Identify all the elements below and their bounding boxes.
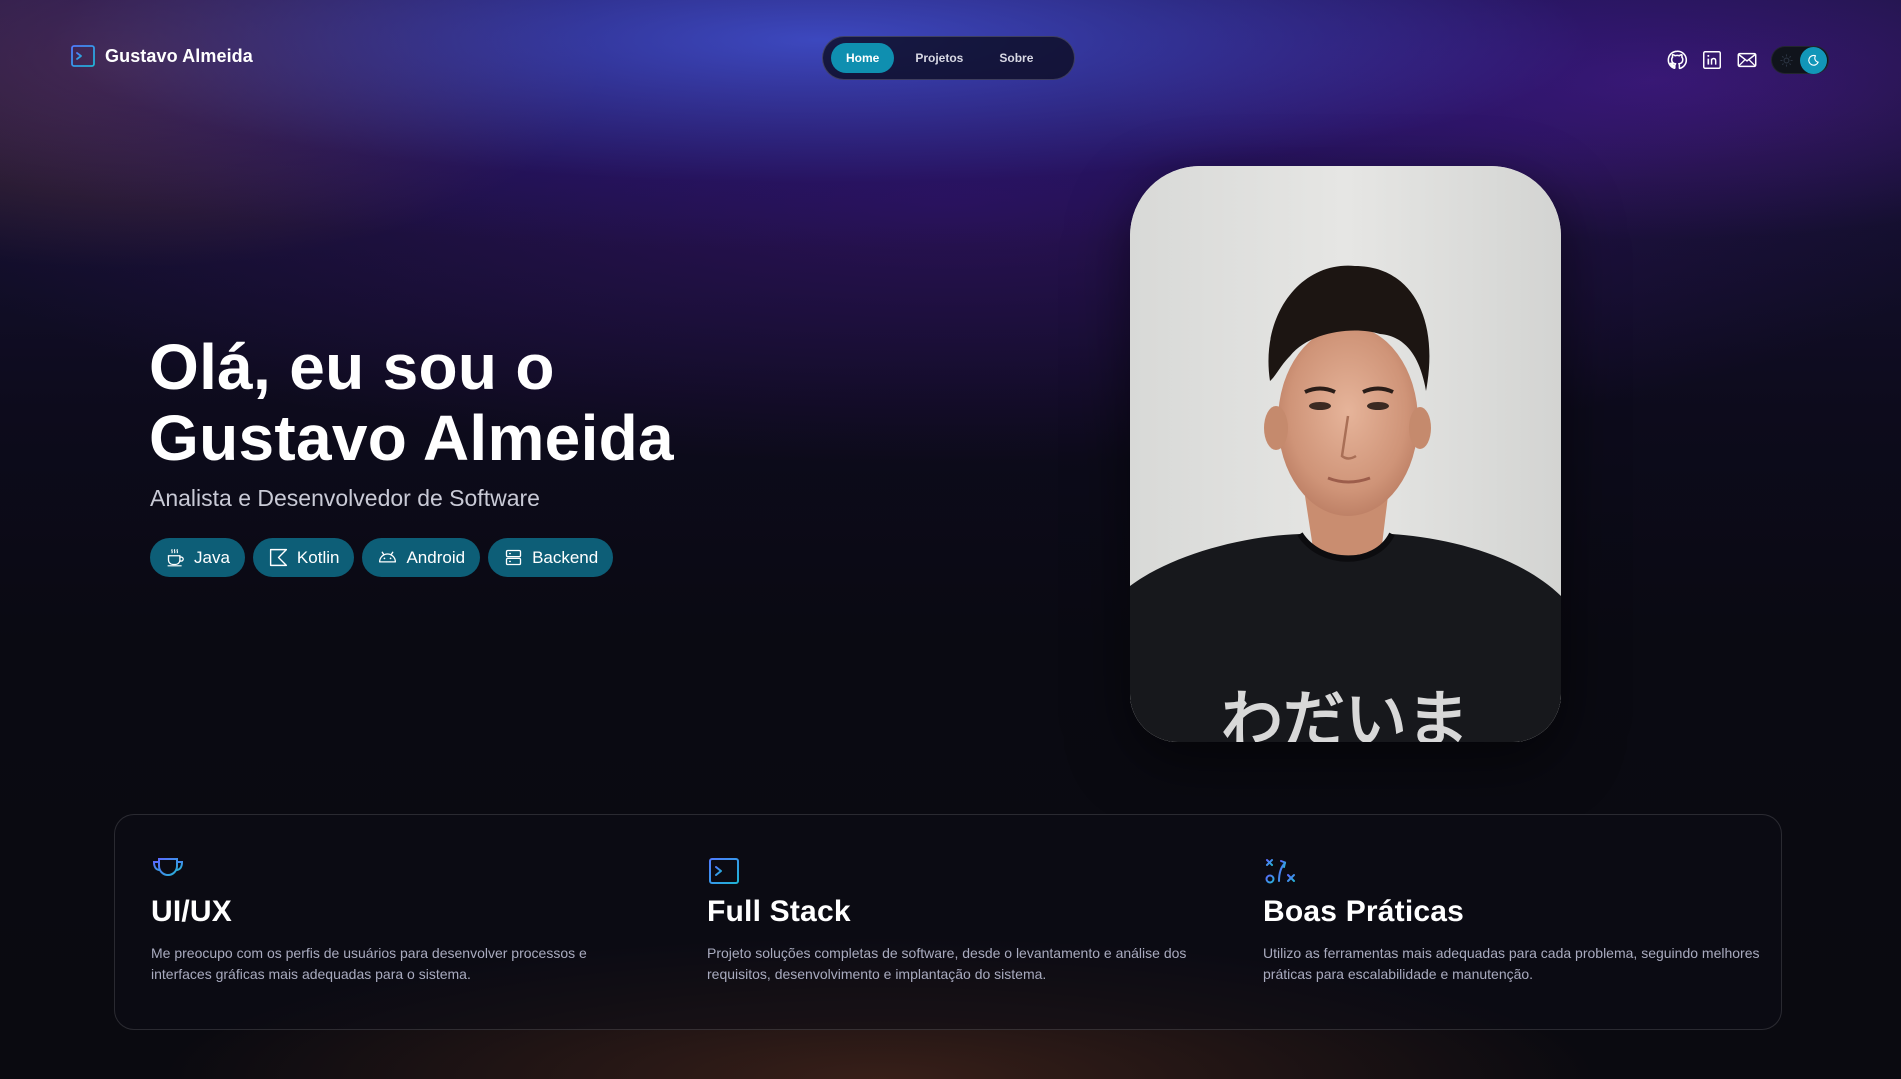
profile-photo: わだいま [1130, 166, 1561, 742]
coffee-icon [167, 549, 184, 567]
tab-projetos[interactable]: Projetos [900, 43, 978, 73]
feature-description: Projeto soluções completas de software, … [707, 945, 1187, 982]
linkedin-icon[interactable] [1701, 49, 1723, 71]
theme-toggle[interactable] [1771, 46, 1829, 74]
chip-android-label: Android [406, 547, 466, 567]
skill-chips: Java Kotlin Android Backend [150, 538, 614, 577]
moon-icon [1808, 54, 1819, 66]
social-links [1666, 46, 1829, 74]
tab-sobre[interactable]: Sobre [984, 43, 1048, 73]
hero-title: Olá, eu sou o Gustavo Almeida [149, 332, 674, 474]
feature-uiux: UI/UX Me preocupo com os perfis de usuár… [151, 855, 651, 985]
feature-title: UI/UX [151, 895, 233, 928]
feature-title: Boas Práticas [1263, 895, 1465, 928]
terminal-icon [71, 45, 95, 67]
mail-icon[interactable] [1736, 49, 1758, 71]
feature-title: Full Stack [707, 895, 851, 928]
chip-backend-label: Backend [532, 547, 599, 567]
main-nav: Home Projetos Sobre [822, 36, 1075, 80]
sun-icon [1780, 54, 1793, 67]
chip-backend[interactable]: Backend [488, 538, 614, 577]
chip-java-label: Java [194, 547, 230, 567]
brand[interactable]: Gustavo Almeida [71, 45, 253, 67]
chip-kotlin-label: Kotlin [296, 547, 340, 567]
chip-java[interactable]: Java [150, 538, 245, 577]
hero-title-line2: Gustavo Almeida [149, 402, 674, 474]
feature-description: Me preocupo com os perfis de usuários pa… [151, 945, 587, 982]
github-icon[interactable] [1666, 49, 1688, 71]
brand-name: Gustavo Almeida [105, 45, 253, 66]
hero-subtitle: Analista e Desenvolvedor de Software [150, 485, 540, 511]
feature-fullstack: Full Stack Projeto soluções completas de… [707, 855, 1207, 985]
hero-title-line1: Olá, eu sou o [149, 331, 555, 403]
trophy-icon [152, 858, 184, 883]
terminal-icon [709, 858, 739, 884]
android-icon [379, 551, 397, 563]
server-icon [505, 549, 522, 566]
features-panel: UI/UX Me preocupo com os perfis de usuár… [114, 814, 1782, 1030]
toggle-knob [1800, 47, 1827, 74]
chip-kotlin[interactable]: Kotlin [252, 538, 355, 577]
portrait-illustration: わだいま [1130, 166, 1561, 742]
feature-boas-praticas: Boas Práticas Utilizo as ferramentas mai… [1263, 855, 1763, 985]
strategy-icon [1265, 859, 1295, 884]
tab-home[interactable]: Home [831, 43, 895, 73]
chip-android[interactable]: Android [362, 538, 481, 577]
feature-description: Utilizo as ferramentas mais adequadas pa… [1263, 945, 1760, 982]
shirt-print: わだいま [1221, 683, 1469, 742]
kotlin-icon [269, 548, 287, 567]
page: Gustavo Almeida Home Projetos Sobre Olá,… [0, 0, 1901, 1079]
